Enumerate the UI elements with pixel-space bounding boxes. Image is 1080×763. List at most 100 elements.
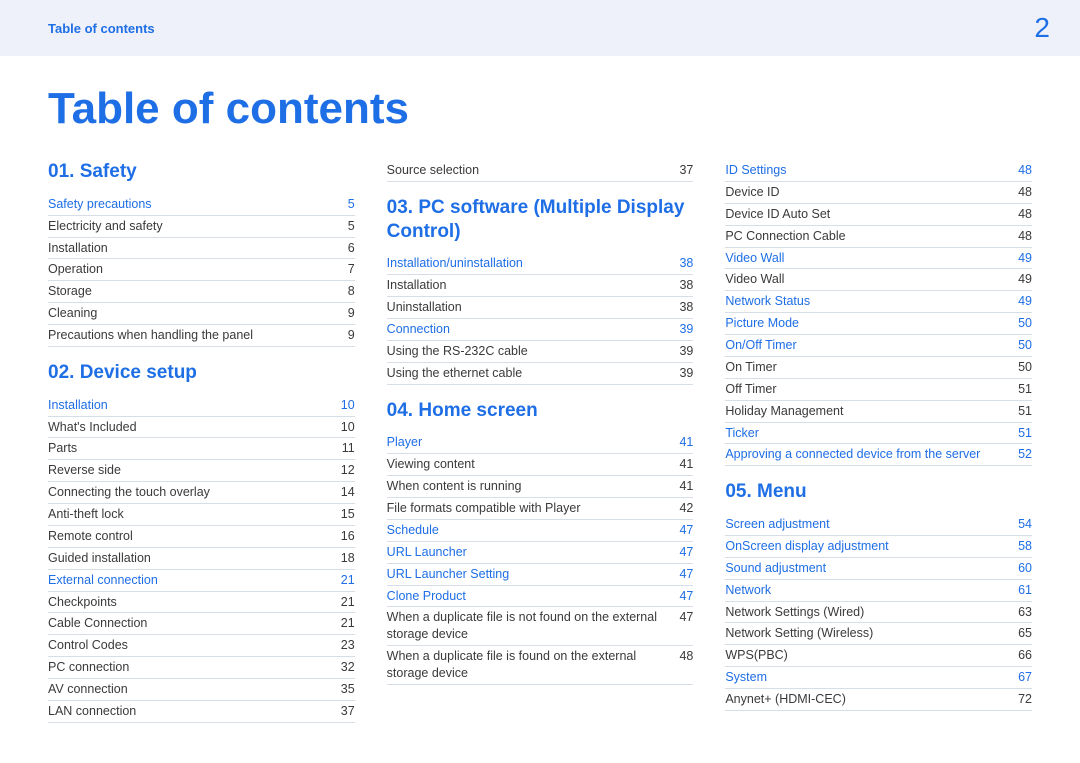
toc-section-link[interactable]: Installation/uninstallation38: [387, 253, 694, 275]
toc-entry-label: Cleaning: [48, 305, 109, 322]
toc-item-link[interactable]: Cleaning9: [48, 303, 355, 325]
toc-section-link[interactable]: URL Launcher Setting47: [387, 564, 694, 586]
toc-entry-label: Network Status: [725, 293, 822, 310]
toc-entry-page: 61: [1010, 582, 1032, 599]
toc-item-link[interactable]: AV connection35: [48, 679, 355, 701]
toc-entry-label: Control Codes: [48, 637, 140, 654]
toc-section-link[interactable]: Installation10: [48, 395, 355, 417]
toc-entry-page: 10: [333, 419, 355, 436]
toc-entry-label: Video Wall: [725, 271, 796, 288]
toc-item-link[interactable]: Holiday Management51: [725, 401, 1032, 423]
toc-entry-page: 39: [671, 321, 693, 338]
toc-section-link[interactable]: Clone Product47: [387, 586, 694, 608]
toc-item-link[interactable]: Source selection 37: [387, 160, 694, 182]
toc-entry-label: Anynet+ (HDMI-CEC): [725, 691, 858, 708]
toc-item-link[interactable]: PC Connection Cable48: [725, 226, 1032, 248]
toc-item-link[interactable]: Operation7: [48, 259, 355, 281]
toc-entry-label: Reverse side: [48, 462, 133, 479]
toc-entry-label: Using the RS-232C cable: [387, 343, 540, 360]
toc-item-link[interactable]: Cable Connection21: [48, 613, 355, 635]
toc-item-link[interactable]: When a duplicate file is found on the ex…: [387, 646, 694, 685]
toc-entry-page: 66: [1010, 647, 1032, 664]
toc-item-link[interactable]: Anti-theft lock15: [48, 504, 355, 526]
toc-section-link[interactable]: On/Off Timer50: [725, 335, 1032, 357]
toc-item-link[interactable]: LAN connection37: [48, 701, 355, 723]
toc-entry-page: 38: [671, 277, 693, 294]
toc-item-link[interactable]: Uninstallation38: [387, 297, 694, 319]
toc-item-link[interactable]: PC connection32: [48, 657, 355, 679]
toc-item-link[interactable]: File formats compatible with Player42: [387, 498, 694, 520]
toc-section-link[interactable]: OnScreen display adjustment58: [725, 536, 1032, 558]
toc-entry-label: OnScreen display adjustment: [725, 538, 900, 555]
toc-entry-page: 5: [333, 218, 355, 235]
toc-item-link[interactable]: Using the RS-232C cable39: [387, 341, 694, 363]
toc-section-link[interactable]: Ticker51: [725, 423, 1032, 445]
toc-item-link[interactable]: Remote control16: [48, 526, 355, 548]
toc-section-link[interactable]: Connection39: [387, 319, 694, 341]
toc-entry-page: 47: [671, 588, 693, 605]
toc-item-link[interactable]: Parts11: [48, 438, 355, 460]
toc-entry-page: 49: [1010, 293, 1032, 310]
toc-chapter-heading: 02. Device setup: [48, 361, 355, 385]
toc-section-link[interactable]: System67: [725, 667, 1032, 689]
toc-entry-page: 37: [671, 162, 693, 179]
toc-section-link[interactable]: ID Settings48: [725, 160, 1032, 182]
toc-section-link[interactable]: Picture Mode50: [725, 313, 1032, 335]
toc-item-link[interactable]: Storage8: [48, 281, 355, 303]
toc-entry-page: 21: [333, 572, 355, 589]
toc-entry-label: Screen adjustment: [725, 516, 841, 533]
toc-item-link[interactable]: When a duplicate file is not found on th…: [387, 607, 694, 646]
toc-entry-label: Electricity and safety: [48, 218, 175, 235]
toc-section-link[interactable]: Player41: [387, 432, 694, 454]
toc-item-link[interactable]: Video Wall49: [725, 269, 1032, 291]
toc-item-link[interactable]: WPS(PBC)66: [725, 645, 1032, 667]
toc-section-link[interactable]: URL Launcher47: [387, 542, 694, 564]
toc-item-link[interactable]: Installation6: [48, 238, 355, 260]
toc-item-link[interactable]: Anynet+ (HDMI-CEC)72: [725, 689, 1032, 711]
toc-item-link[interactable]: Device ID48: [725, 182, 1032, 204]
toc-entry-label: Source selection: [387, 162, 491, 179]
toc-item-link[interactable]: Viewing content41: [387, 454, 694, 476]
toc-entry-label: URL Launcher: [387, 544, 479, 561]
toc-item-link[interactable]: Device ID Auto Set48: [725, 204, 1032, 226]
toc-item-link[interactable]: Checkpoints21: [48, 592, 355, 614]
toc-item-link[interactable]: Precautions when handling the panel9: [48, 325, 355, 347]
toc-entry-label: Cable Connection: [48, 615, 159, 632]
toc-entry-page: 51: [1010, 381, 1032, 398]
toc-entry-page: 51: [1010, 425, 1032, 442]
toc-item-link[interactable]: Reverse side12: [48, 460, 355, 482]
toc-columns: 01. SafetySafety precautions5Electricity…: [48, 160, 1032, 723]
toc-entry-page: 39: [671, 365, 693, 382]
toc-entry-label: PC Connection Cable: [725, 228, 857, 245]
toc-entry-label: When a duplicate file is found on the ex…: [387, 648, 672, 682]
toc-item-link[interactable]: Using the ethernet cable39: [387, 363, 694, 385]
toc-section-link[interactable]: Video Wall49: [725, 248, 1032, 270]
toc-section-link[interactable]: Network61: [725, 580, 1032, 602]
toc-item-link[interactable]: Guided installation18: [48, 548, 355, 570]
toc-section-link[interactable]: Approving a connected device from the se…: [725, 444, 1032, 466]
toc-item-link[interactable]: Control Codes23: [48, 635, 355, 657]
toc-section-link[interactable]: Safety precautions5: [48, 194, 355, 216]
toc-item-link[interactable]: Network Settings (Wired)63: [725, 602, 1032, 624]
toc-item-link[interactable]: What's Included10: [48, 417, 355, 439]
toc-section-link[interactable]: Sound adjustment60: [725, 558, 1032, 580]
page-header: Table of contents 2: [0, 0, 1080, 56]
toc-item-link[interactable]: On Timer50: [725, 357, 1032, 379]
toc-item-link[interactable]: Off Timer51: [725, 379, 1032, 401]
toc-entry-page: 47: [671, 522, 693, 539]
toc-item-link[interactable]: Network Setting (Wireless)65: [725, 623, 1032, 645]
toc-section-link[interactable]: Network Status 49: [725, 291, 1032, 313]
toc-entry-label: Storage: [48, 283, 104, 300]
toc-entry-page: 51: [1010, 403, 1032, 420]
toc-entry-label: On/Off Timer: [725, 337, 808, 354]
toc-item-link[interactable]: When content is running41: [387, 476, 694, 498]
toc-section-link[interactable]: External connection21: [48, 570, 355, 592]
toc-item-link[interactable]: Connecting the touch overlay14: [48, 482, 355, 504]
toc-item-link[interactable]: Electricity and safety 5: [48, 216, 355, 238]
toc-item-link[interactable]: Installation38: [387, 275, 694, 297]
toc-entry-page: 52: [1010, 446, 1032, 463]
toc-entry-label: Guided installation: [48, 550, 163, 567]
toc-section-link[interactable]: Screen adjustment54: [725, 514, 1032, 536]
toc-entry-page: 67: [1010, 669, 1032, 686]
toc-section-link[interactable]: Schedule47: [387, 520, 694, 542]
